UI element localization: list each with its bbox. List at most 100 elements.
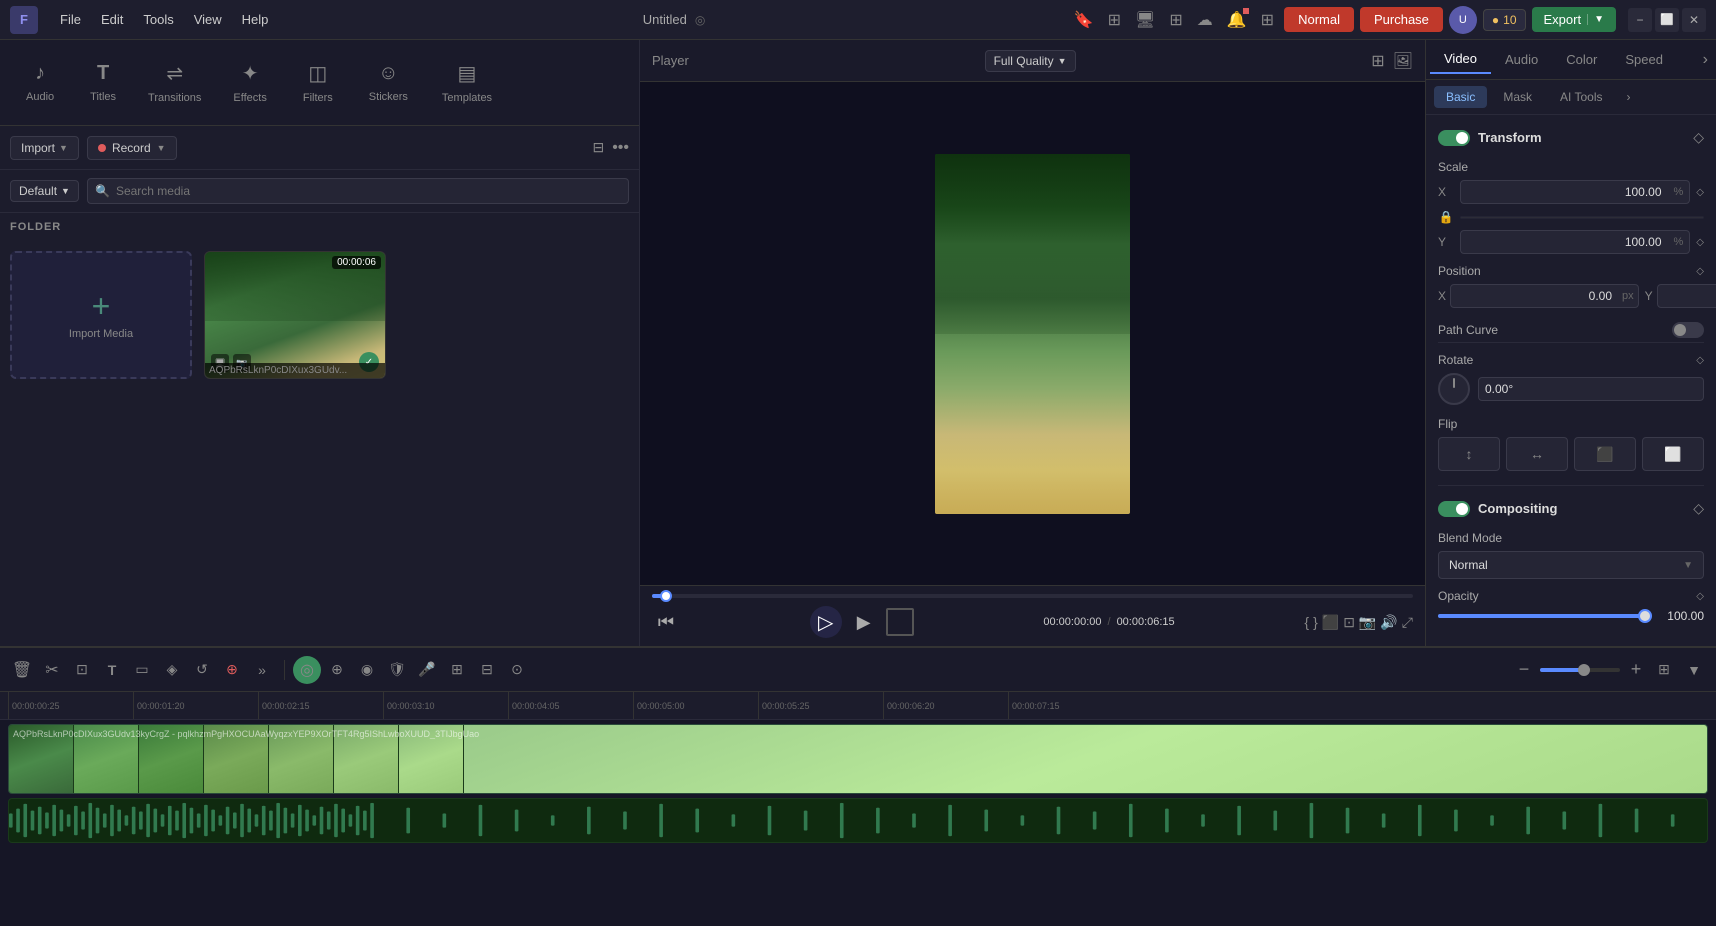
- sub-tab-basic[interactable]: Basic: [1434, 86, 1487, 108]
- scale-x-input[interactable]: [1461, 181, 1668, 203]
- opacity-thumb[interactable]: [1638, 609, 1652, 623]
- snapshot-icon[interactable]: 📷: [1359, 614, 1376, 631]
- zoom-minus-btn[interactable]: −: [1512, 658, 1536, 682]
- video-track[interactable]: AQPbRsLknP0cDIXux3GUdv13kyCrgZ - pqlkhzm…: [8, 724, 1708, 794]
- rotate-diamond[interactable]: ◇: [1696, 355, 1704, 366]
- record-button[interactable]: Record ▼: [87, 136, 177, 160]
- menu-view[interactable]: View: [184, 8, 232, 31]
- tl-freeze-btn[interactable]: ◈: [158, 656, 186, 684]
- menu-tools[interactable]: Tools: [133, 8, 183, 31]
- monitor-icon[interactable]: 🖥: [1131, 6, 1159, 34]
- import-media-item[interactable]: + Import Media: [10, 251, 192, 379]
- transform-toggle[interactable]: [1438, 130, 1470, 146]
- compositing-diamond[interactable]: ◇: [1693, 500, 1704, 517]
- opacity-diamond[interactable]: ◇: [1696, 591, 1704, 602]
- menu-file[interactable]: File: [50, 8, 91, 31]
- sub-tab-more[interactable]: ›: [1618, 86, 1638, 108]
- bracket-right-icon[interactable]: }: [1313, 614, 1318, 630]
- tab-audio[interactable]: ♪ Audio: [8, 54, 72, 111]
- media-item-clip1[interactable]: 00:00:06 🖥 📷 ✓ AQPbRsLknP0cDIXux3GUdv...: [204, 251, 386, 379]
- flip-btn-4[interactable]: ⬜: [1642, 437, 1704, 471]
- zoom-plus-btn[interactable]: +: [1624, 658, 1648, 682]
- play-pause-button[interactable]: ▷: [810, 606, 842, 638]
- search-input[interactable]: [87, 178, 629, 204]
- bookmark-icon[interactable]: 🔖: [1070, 6, 1098, 34]
- tl-shield-btn[interactable]: 🛡: [383, 656, 411, 684]
- cloud-icon[interactable]: ☁: [1193, 6, 1217, 34]
- user-avatar[interactable]: U: [1449, 6, 1477, 34]
- skip-back-button[interactable]: ⏮: [652, 608, 680, 636]
- grid-view-icon[interactable]: ⊞: [1371, 51, 1384, 71]
- share-icon[interactable]: ⊞: [1104, 6, 1125, 34]
- grid-icon[interactable]: ⊞: [1165, 6, 1186, 34]
- more-options-icon[interactable]: •••: [612, 139, 629, 157]
- tl-mic-btn[interactable]: 🎤: [413, 656, 441, 684]
- fullscreen-icon[interactable]: ⤢: [1402, 614, 1413, 631]
- tab-effects[interactable]: ✦ Effects: [215, 53, 284, 112]
- progress-bar[interactable]: [652, 594, 1413, 598]
- play-button[interactable]: ▶: [850, 608, 878, 636]
- zoom-slider-track[interactable]: [1540, 668, 1620, 672]
- scale-y-input[interactable]: [1461, 231, 1668, 253]
- tl-speed-btn[interactable]: ↺: [188, 656, 216, 684]
- scale-y-diamond[interactable]: ◇: [1696, 237, 1704, 248]
- tl-text-btn[interactable]: T: [98, 656, 126, 684]
- blend-mode-select[interactable]: Normal ▼: [1438, 551, 1704, 579]
- progress-thumb[interactable]: [660, 590, 672, 602]
- tl-rect-btn[interactable]: ▭: [128, 656, 156, 684]
- tab-video[interactable]: Video: [1430, 45, 1491, 74]
- tl-settings-btn[interactable]: ▼: [1680, 656, 1708, 684]
- bracket-left-icon[interactable]: {: [1304, 614, 1309, 630]
- tl-cut-btn[interactable]: ✂: [38, 656, 66, 684]
- image-icon[interactable]: 🖼: [1393, 51, 1413, 71]
- tl-record-btn[interactable]: ◉: [353, 656, 381, 684]
- sub-tab-mask[interactable]: Mask: [1491, 86, 1544, 108]
- tab-color[interactable]: Color: [1552, 46, 1611, 73]
- menu-help[interactable]: Help: [232, 8, 279, 31]
- tab-transitions[interactable]: ⇌ Transitions: [134, 53, 215, 112]
- menu-edit[interactable]: Edit: [91, 8, 133, 31]
- volume-icon[interactable]: 🔊: [1380, 614, 1397, 631]
- tl-delete-btn[interactable]: 🗑: [8, 656, 36, 684]
- tl-colorsample-btn[interactable]: ⊙: [503, 656, 531, 684]
- flip-horizontal-button[interactable]: ↔: [1506, 437, 1568, 471]
- opacity-slider[interactable]: [1438, 614, 1652, 618]
- audio-track[interactable]: [8, 798, 1708, 843]
- pos-x-input[interactable]: [1451, 285, 1618, 307]
- layout-icon[interactable]: ⊞: [1257, 6, 1278, 34]
- tl-music-btn[interactable]: ⊞: [443, 656, 471, 684]
- notification-icon[interactable]: 🔔: [1223, 6, 1251, 34]
- quality-select[interactable]: Full Quality ▼: [985, 50, 1076, 72]
- export-button[interactable]: Export ▼: [1532, 7, 1616, 32]
- tl-grid-btn[interactable]: ⊞: [1650, 656, 1678, 684]
- close-button[interactable]: ✕: [1682, 8, 1706, 32]
- tl-blend-btn[interactable]: ⊟: [473, 656, 501, 684]
- default-select[interactable]: Default ▼: [10, 180, 79, 202]
- tab-filters[interactable]: ◫ Filters: [285, 53, 351, 112]
- transform-diamond[interactable]: ◇: [1693, 129, 1704, 146]
- scale-x-diamond[interactable]: ◇: [1696, 187, 1704, 198]
- tab-templates[interactable]: ▤ Templates: [426, 53, 508, 112]
- import-button[interactable]: Import ▼: [10, 136, 79, 160]
- tab-titles[interactable]: T Titles: [72, 54, 134, 111]
- tl-more-btn[interactable]: »: [248, 656, 276, 684]
- filter-icon[interactable]: ⊟: [592, 139, 604, 156]
- tab-stickers[interactable]: ☺ Stickers: [351, 54, 426, 111]
- sub-tab-ai-tools[interactable]: AI Tools: [1548, 86, 1614, 108]
- tab-audio[interactable]: Audio: [1491, 46, 1552, 73]
- more-tabs-icon[interactable]: ›: [1699, 47, 1712, 73]
- compositing-toggle[interactable]: [1438, 501, 1470, 517]
- pos-y-input[interactable]: [1658, 285, 1716, 307]
- position-diamond[interactable]: ◇: [1696, 266, 1704, 277]
- flip-vertical-button[interactable]: ↕: [1438, 437, 1500, 471]
- purchase-button-actual[interactable]: Purchase: [1360, 7, 1443, 32]
- rotate-dial[interactable]: [1438, 373, 1470, 405]
- minimize-button[interactable]: −: [1628, 8, 1652, 32]
- purchase-button[interactable]: Normal: [1284, 7, 1354, 32]
- tl-marker-btn[interactable]: ◎: [293, 656, 321, 684]
- lock-icon[interactable]: 🔒: [1438, 210, 1454, 224]
- maximize-button[interactable]: ⬜: [1655, 8, 1679, 32]
- expand-icon[interactable]: ⊡: [1343, 614, 1355, 631]
- stop-button[interactable]: [886, 608, 914, 636]
- zoom-thumb[interactable]: [1578, 664, 1590, 676]
